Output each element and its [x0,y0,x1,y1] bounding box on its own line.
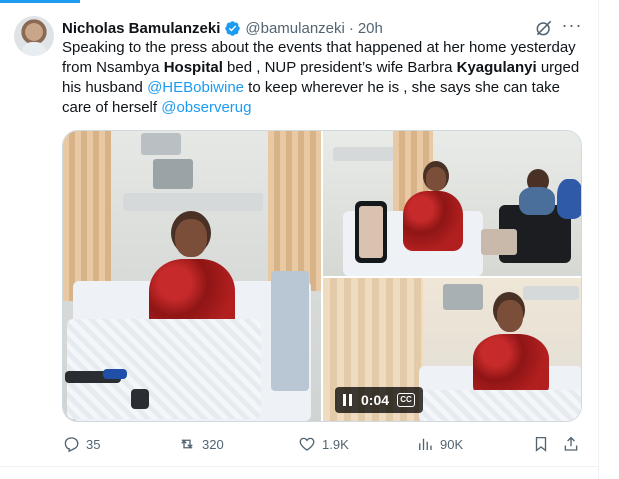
video-bottom-right[interactable]: 0:04 CC [323,278,581,421]
person-face [497,300,523,332]
grok-icon[interactable] [534,18,554,38]
more-icon[interactable]: ··· [561,16,583,38]
reply-button[interactable]: 35 [62,432,100,456]
monitor [153,159,193,189]
pause-icon[interactable] [343,394,353,406]
avatar-figure [22,42,46,56]
camera-screen [481,229,517,255]
tweet-text: Speaking to the press about the events t… [62,38,582,118]
wall-panel [443,284,483,310]
bed-sheet [67,319,261,419]
top-accent-bar [0,0,80,3]
verified-badge-icon [225,20,241,36]
share-button[interactable] [562,432,580,456]
curtain [268,131,321,291]
curtain [63,131,111,301]
cc-icon[interactable]: CC [397,393,416,407]
like-icon [299,437,315,451]
mention-link[interactable]: @observerug [161,99,251,116]
wall-panel [141,133,181,155]
bookmark-button[interactable] [532,432,550,456]
right-divider [598,0,599,479]
mention-link[interactable]: @HEBobiwine [147,79,244,96]
share-icon [564,436,578,451]
tweet-text-part: bed , NUP president’s wife Barbra [222,59,457,76]
person-dress [403,191,463,251]
author-name[interactable]: Nicholas Bamulanzeki [62,20,220,37]
bookmark-icon [535,436,547,452]
tweet-text-bold: Hospital [163,59,223,76]
video-time: 0:04 [361,392,390,408]
bed-sheet [423,390,581,421]
view-count: 90K [440,436,464,452]
phone-on-bed [131,389,149,409]
video-timer-badge[interactable]: 0:04 CC [335,387,424,413]
tweet-text-bold: Kyagulanyi [456,59,537,76]
bystander-body [519,187,555,215]
tweet-timestamp[interactable]: 20h [358,20,383,37]
avatar[interactable] [14,16,54,56]
author-handle[interactable]: @bamulanzeki [245,20,344,37]
phone-screen [359,206,383,258]
person-face [426,167,446,191]
views-icon [419,438,432,450]
bystander-body [557,179,581,219]
photo-top-right[interactable] [323,131,581,276]
media-grid: 0:04 CC [62,130,582,422]
repost-button[interactable]: 320 [178,432,224,456]
reply-icon [64,437,79,453]
photo-main[interactable] [63,131,321,421]
bottom-divider [0,466,599,467]
header-separator: · [348,19,354,37]
microphone [103,369,127,379]
bed-rail [271,271,309,391]
person-face [175,219,207,257]
repost-icon [181,439,193,449]
wall-panel [523,286,579,300]
reply-count: 35 [86,436,101,452]
tweet-actions: 35 320 1.9K 90K [62,432,582,456]
views-button[interactable]: 90K [416,432,463,456]
wall-panel [123,193,263,211]
person-dress [473,334,549,396]
like-button[interactable]: 1.9K [298,432,349,456]
like-count: 1.9K [322,436,349,452]
repost-count: 320 [202,436,224,452]
tweet-header: Nicholas Bamulanzeki @bamulanzeki · 20h [62,18,383,38]
